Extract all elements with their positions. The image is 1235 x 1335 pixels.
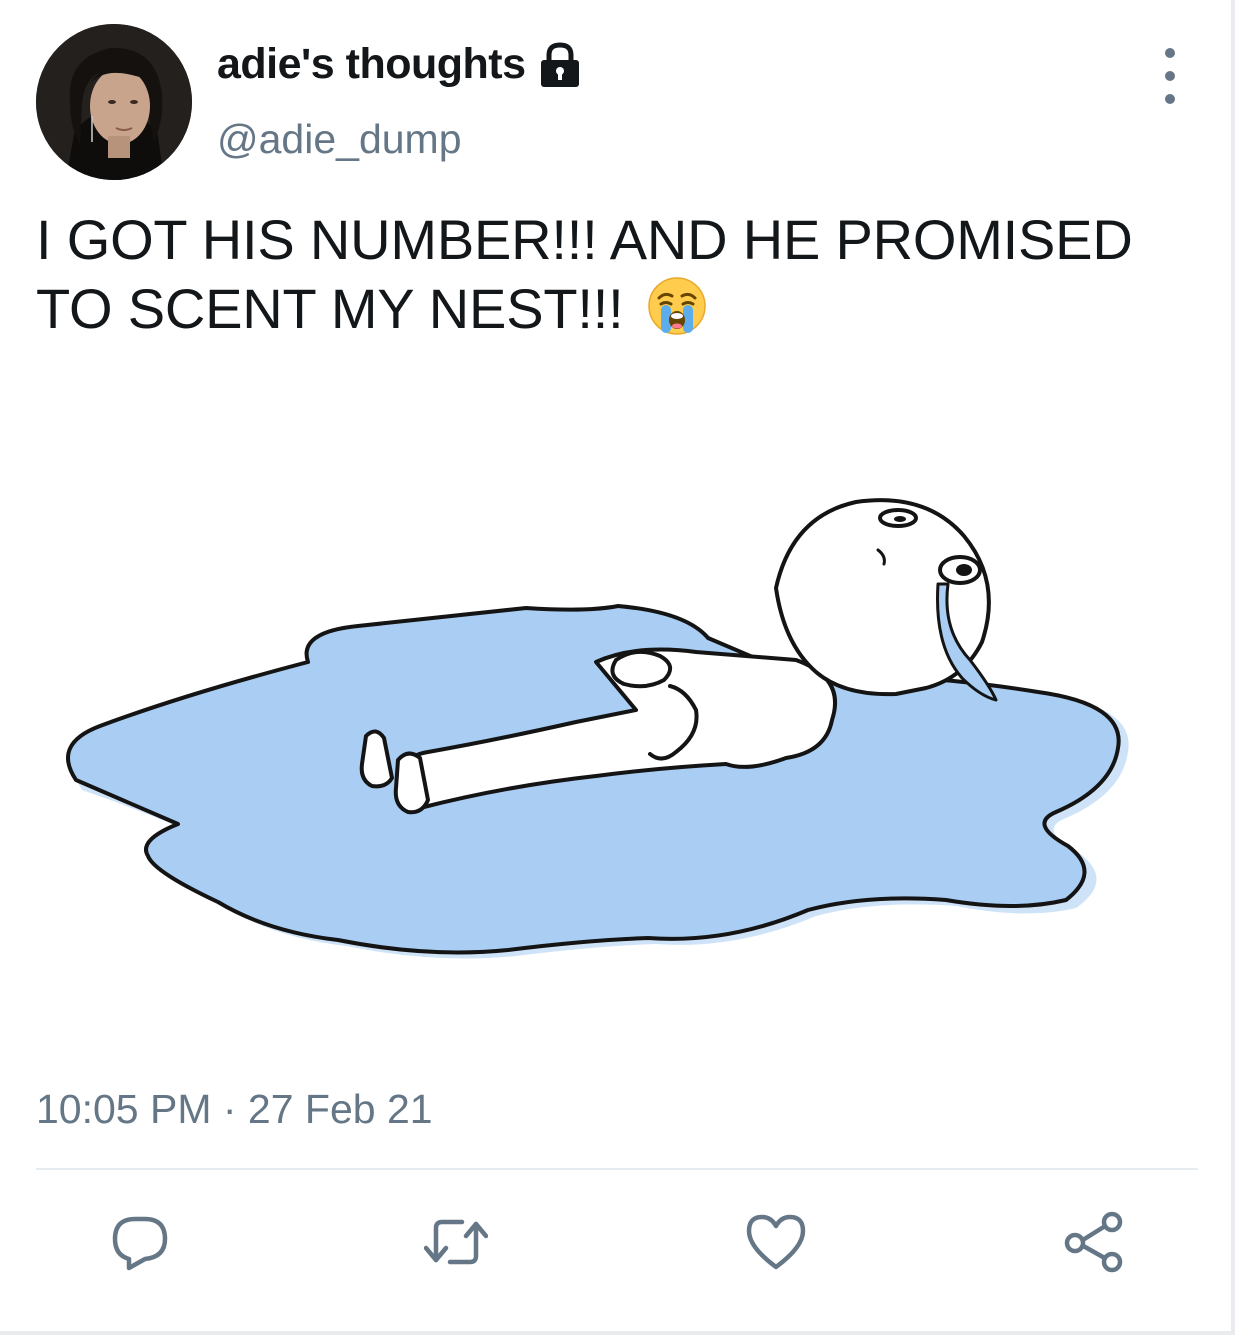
- loudly-crying-face-icon: [648, 277, 706, 335]
- lock-icon: [540, 41, 579, 87]
- display-name[interactable]: adie's thoughts: [217, 40, 582, 89]
- heart-icon: [746, 1214, 806, 1270]
- dot-icon: [1165, 48, 1175, 58]
- reply-icon: [112, 1216, 168, 1271]
- tweet-text-content: I GOT HIS NUMBER!!! AND HE PROMISED TO S…: [36, 208, 1133, 340]
- tweet-image[interactable]: [36, 360, 1196, 1060]
- share-icon: [1064, 1211, 1123, 1273]
- dot-icon: [1165, 71, 1175, 81]
- share-button[interactable]: [1058, 1206, 1130, 1278]
- reply-button[interactable]: [104, 1206, 176, 1278]
- hands: [610, 649, 672, 689]
- dot-icon: [1165, 94, 1175, 104]
- more-options-button[interactable]: [1152, 48, 1188, 104]
- tweet-text: I GOT HIS NUMBER!!! AND HE PROMISED TO S…: [36, 206, 1196, 343]
- retweet-icon: [424, 1219, 488, 1265]
- eye-side-pupil: [956, 564, 972, 576]
- frame-border-right: [1231, 0, 1235, 1335]
- display-name-text: adie's thoughts: [217, 40, 526, 88]
- retweet-button[interactable]: [420, 1206, 492, 1278]
- tweet-timestamp[interactable]: 10:05 PM · 27 Feb 21: [36, 1086, 433, 1133]
- divider: [36, 1168, 1198, 1170]
- user-handle[interactable]: @adie_dump: [217, 116, 462, 163]
- avatar[interactable]: [36, 24, 192, 180]
- avatar-photo: [36, 24, 192, 180]
- like-button[interactable]: [740, 1206, 812, 1278]
- tweet: adie's thoughts @adie_dump I GOT HIS NUM…: [0, 0, 1235, 1335]
- frame-border-bottom: [0, 1331, 1235, 1335]
- eye-top-pupil: [894, 516, 906, 522]
